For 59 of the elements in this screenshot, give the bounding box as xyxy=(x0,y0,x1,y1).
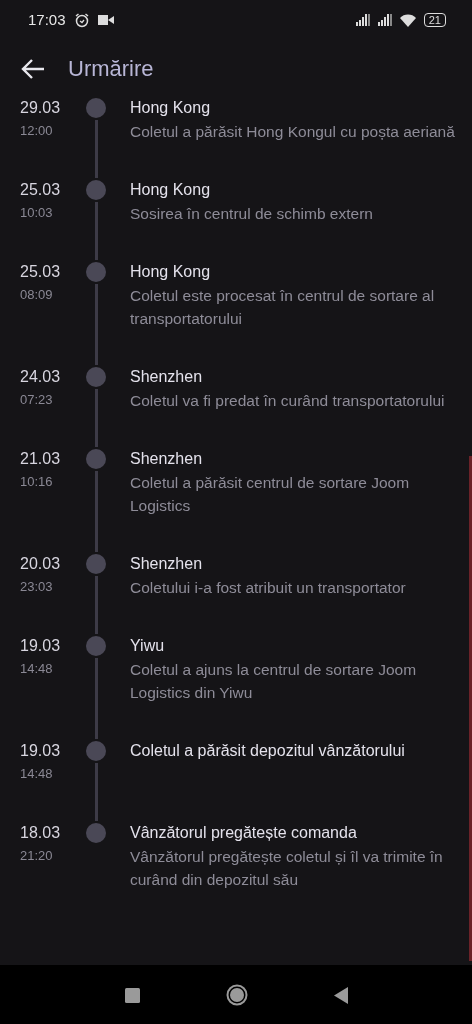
event-time: 10:16 xyxy=(20,473,54,491)
timeline-line xyxy=(94,576,98,634)
event-description: Coletul este procesat în centrul de sortare al transportatorului xyxy=(130,286,436,329)
event-time: 07:23 xyxy=(20,391,54,409)
event-date: 24.03 xyxy=(20,367,62,387)
event-time: 12:00 xyxy=(20,122,54,140)
timeline-dot xyxy=(86,554,106,574)
event-title: Vânzătorul pregătește comanda xyxy=(130,823,358,843)
event-date: 20.03 xyxy=(20,554,62,574)
event-description: Coletul a ajuns la centrul de sortare Joom Logistics din Yiwu xyxy=(130,660,418,703)
event-time: 23:03 xyxy=(20,578,54,596)
timeline-line xyxy=(94,202,98,260)
timeline-line xyxy=(94,389,98,447)
event-description: Vânzătorul pregătește coletul și îl va trimite în curând din depozitul său xyxy=(130,847,444,890)
event-title: Hong Kong xyxy=(130,262,212,282)
back-button[interactable] xyxy=(20,56,46,80)
event-date: 21.03 xyxy=(20,449,62,469)
event-title: Shenzhen xyxy=(130,367,204,387)
event-title: Shenzhen xyxy=(130,554,204,574)
timeline-dot xyxy=(86,262,106,282)
signal-icon xyxy=(355,14,370,26)
timeline-dot xyxy=(86,741,106,761)
event-description: Coletul va fi predat în curând transportatorului xyxy=(130,391,446,411)
event-time: 10:03 xyxy=(20,204,54,222)
wifi-icon xyxy=(399,13,416,27)
battery-icon: 21 xyxy=(423,13,446,27)
event-title: Coletul a părăsit depozitul vânzătorului xyxy=(130,741,406,761)
event-time: 14:48 xyxy=(20,765,54,783)
video-icon xyxy=(97,14,114,26)
timeline-dot xyxy=(86,823,106,843)
timeline-line xyxy=(94,120,98,178)
timeline-dot xyxy=(86,367,106,387)
event-description: Coletului i-a fost atribuit un transportator xyxy=(130,578,407,598)
timeline-dot xyxy=(86,449,106,469)
event-date: 29.03 xyxy=(20,98,62,118)
event-description: Coletul a părăsit centrul de sortare Joom Logistics xyxy=(130,473,411,516)
event-date: 18.03 xyxy=(20,823,62,843)
event-title: Shenzhen xyxy=(130,449,204,469)
timeline-dot xyxy=(86,180,106,200)
event-title: Hong Kong xyxy=(130,98,212,118)
event-time: 21:20 xyxy=(20,847,54,865)
event-date: 25.03 xyxy=(20,262,62,282)
home-button[interactable] xyxy=(225,982,248,1007)
event-time: 08:09 xyxy=(20,286,54,304)
event-description: Sosirea în centrul de schimb extern xyxy=(130,204,374,224)
timeline-dot xyxy=(86,98,106,118)
signal-icon xyxy=(377,14,392,26)
event-date: 19.03 xyxy=(20,636,62,656)
alarm-icon xyxy=(73,12,90,28)
timeline-dot xyxy=(86,636,106,656)
timeline-line xyxy=(94,763,98,821)
event-description: Coletul a părăsit Hong Kongul cu poșta aeriană xyxy=(130,122,456,142)
event-date: 25.03 xyxy=(20,180,62,200)
event-title: Hong Kong xyxy=(130,180,212,200)
page-title: Urmărire xyxy=(68,54,154,83)
event-date: 19.03 xyxy=(20,741,62,761)
event-time: 14:48 xyxy=(20,660,54,678)
event-title: Yiwu xyxy=(130,636,166,656)
clock-time: 17:03 xyxy=(28,9,66,30)
